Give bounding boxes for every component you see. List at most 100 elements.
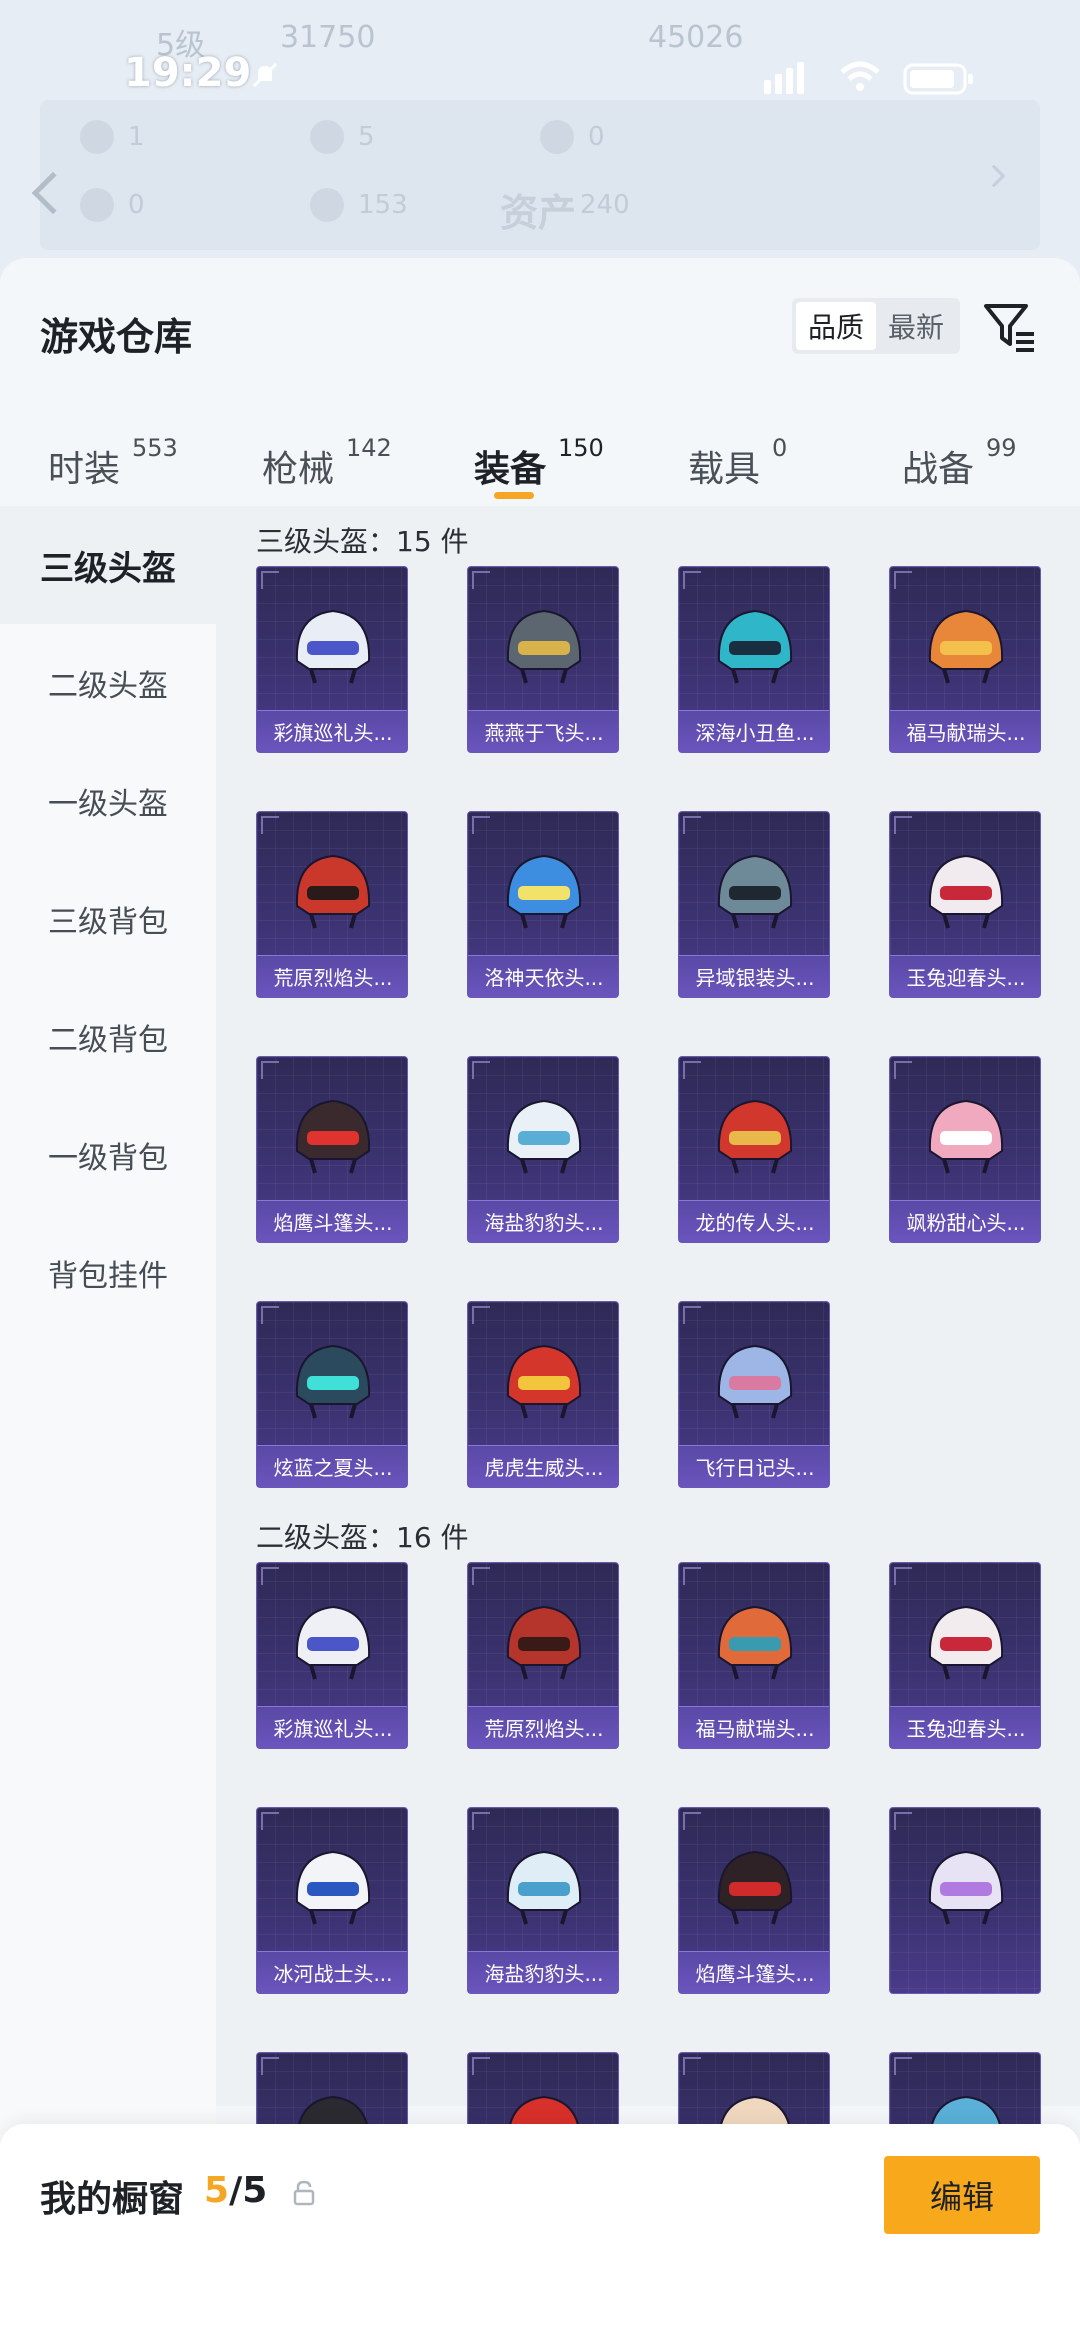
item-grid-area: 三级头盔：15 件 二级头盔：16 件 彩旗巡礼头... 燕燕于飞头... 深海小丑… [216, 506, 1080, 2239]
item-name: 飒粉甜心头... [890, 1200, 1040, 1242]
helmet-icon [506, 1344, 582, 1419]
page-title: 游戏仓库 [40, 315, 193, 359]
card-corner [683, 1306, 701, 1324]
card-corner [261, 1812, 279, 1830]
card-corner [894, 571, 912, 589]
item-card[interactable]: 焰鹰斗篷头... [678, 1807, 830, 1994]
sidebar-item-level3-helmet[interactable]: 三级头盔 [0, 506, 216, 624]
helmet-icon [717, 1344, 793, 1419]
tab-guns[interactable]: 枪械 142 [262, 418, 462, 514]
item-card[interactable]: 焰鹰斗篷头... [256, 1056, 408, 1243]
helmet-icon [506, 1605, 582, 1680]
section-header: 三级头盔：15 件 [256, 525, 469, 558]
helmet-icon [717, 854, 793, 929]
tab-vehicles[interactable]: 载具 0 [688, 418, 888, 514]
showcase-count-current: 5 [204, 2170, 230, 2211]
item-card[interactable]: 飞行日记头... [678, 1301, 830, 1488]
item-card[interactable]: 虎虎生威头... [467, 1301, 619, 1488]
wifi-icon [840, 61, 880, 91]
tab-count: 99 [986, 434, 1017, 462]
item-name: 彩旗巡礼头... [257, 710, 407, 752]
sort-latest-option[interactable]: 最新 [876, 302, 956, 350]
sidebar-item-level1-backpack[interactable]: 一级背包 [0, 1096, 216, 1214]
item-name: 炫蓝之夏头... [257, 1445, 407, 1487]
item-card[interactable]: 海盐豹豹头... [467, 1807, 619, 1994]
tab-supplies[interactable]: 战备 99 [902, 418, 1080, 514]
helmet-icon [295, 1605, 371, 1680]
item-card[interactable]: 荒原烈焰头... [467, 1562, 619, 1749]
card-corner [472, 2057, 490, 2075]
item-card[interactable]: 玉兔迎春头... [889, 811, 1041, 998]
item-card[interactable]: 彩旗巡礼头... [256, 1562, 408, 1749]
sidebar-item-backpack-charm[interactable]: 背包挂件 [0, 1214, 216, 1332]
subcategory-sidebar: 三级头盔 二级头盔 一级头盔 三级背包 二级背包 一级背包 背包挂件 [0, 506, 216, 2347]
card-corner [472, 1306, 490, 1324]
item-card[interactable]: 荒原烈焰头... [256, 811, 408, 998]
helmet-icon [928, 609, 1004, 684]
helmet-icon [506, 1099, 582, 1174]
item-card[interactable]: 异域银装头... [678, 811, 830, 998]
stat-icon [310, 120, 344, 154]
card-corner [261, 1061, 279, 1079]
showcase-bar: 我的橱窗 5/5 编辑 [0, 2124, 1080, 2347]
card-corner [472, 1061, 490, 1079]
item-card[interactable]: 福马献瑞头... [678, 1562, 830, 1749]
item-name: 虎虎生威头... [468, 1445, 618, 1487]
tab-label: 载具 [688, 449, 761, 490]
card-corner [683, 1567, 701, 1585]
sidebar-item-level2-helmet[interactable]: 二级头盔 [0, 624, 216, 742]
edit-button[interactable]: 编辑 [884, 2156, 1040, 2234]
tab-count: 553 [132, 434, 178, 462]
tab-equipment[interactable]: 装备 150 [474, 418, 674, 514]
helmet-icon [717, 1099, 793, 1174]
item-name: 海盐豹豹头... [468, 1200, 618, 1242]
showcase-title: 我的橱窗 [40, 2179, 185, 2220]
item-card[interactable]: 玉兔迎春头... [889, 1562, 1041, 1749]
tab-count: 150 [558, 434, 604, 462]
sort-quality-option[interactable]: 品质 [796, 302, 876, 350]
item-card[interactable]: 福马献瑞头... [889, 566, 1041, 753]
filter-icon[interactable] [982, 300, 1038, 356]
sidebar-item-level1-helmet[interactable]: 一级头盔 [0, 742, 216, 860]
item-card[interactable]: 冰河战士头... [256, 1807, 408, 1994]
item-card[interactable]: 龙的传人头... [678, 1056, 830, 1243]
item-name: 玉兔迎春头... [890, 955, 1040, 997]
item-name: 深海小丑鱼... [679, 710, 829, 752]
item-card[interactable]: 海盐豹豹头... [467, 1056, 619, 1243]
item-card[interactable]: 燕燕于飞头... [467, 566, 619, 753]
item-card[interactable] [889, 1807, 1041, 1994]
card-corner [683, 1812, 701, 1830]
item-card[interactable]: 洛神天依头... [467, 811, 619, 998]
stat-icon [540, 120, 574, 154]
item-name: 焰鹰斗篷头... [257, 1200, 407, 1242]
helmet-icon [717, 609, 793, 684]
item-name: 玉兔迎春头... [890, 1706, 1040, 1748]
showcase-count-total: /5 [229, 2170, 268, 2211]
sidebar-item-level3-backpack[interactable]: 三级背包 [0, 860, 216, 978]
helmet-icon [928, 1605, 1004, 1680]
stat-value: 5 [358, 122, 375, 152]
item-card[interactable]: 炫蓝之夏头... [256, 1301, 408, 1488]
card-corner [472, 571, 490, 589]
helmet-icon [506, 854, 582, 929]
stat-value: 0 [128, 190, 145, 220]
sidebar-item-level2-backpack[interactable]: 二级背包 [0, 978, 216, 1096]
tab-fashion[interactable]: 时装 553 [48, 418, 248, 514]
item-card[interactable]: 彩旗巡礼头... [256, 566, 408, 753]
helmet-icon [295, 1344, 371, 1419]
item-name: 焰鹰斗篷头... [679, 1951, 829, 1993]
item-card[interactable]: 飒粉甜心头... [889, 1056, 1041, 1243]
tab-count: 0 [772, 434, 788, 462]
helmet-icon [506, 609, 582, 684]
warehouse-sheet: 游戏仓库 品质 最新 时装 553 枪械 142 装备 150 载具 0 战备 … [0, 258, 1080, 2347]
card-corner [472, 816, 490, 834]
card-corner [261, 1567, 279, 1585]
item-card[interactable]: 深海小丑鱼... [678, 566, 830, 753]
card-corner [683, 816, 701, 834]
stat-icon [80, 188, 114, 222]
helmet-icon [717, 1850, 793, 1925]
helmet-icon [295, 1099, 371, 1174]
status-time: 19:29 [124, 50, 252, 96]
tab-label: 装备 [474, 449, 547, 490]
bell-muted-icon [252, 62, 278, 88]
